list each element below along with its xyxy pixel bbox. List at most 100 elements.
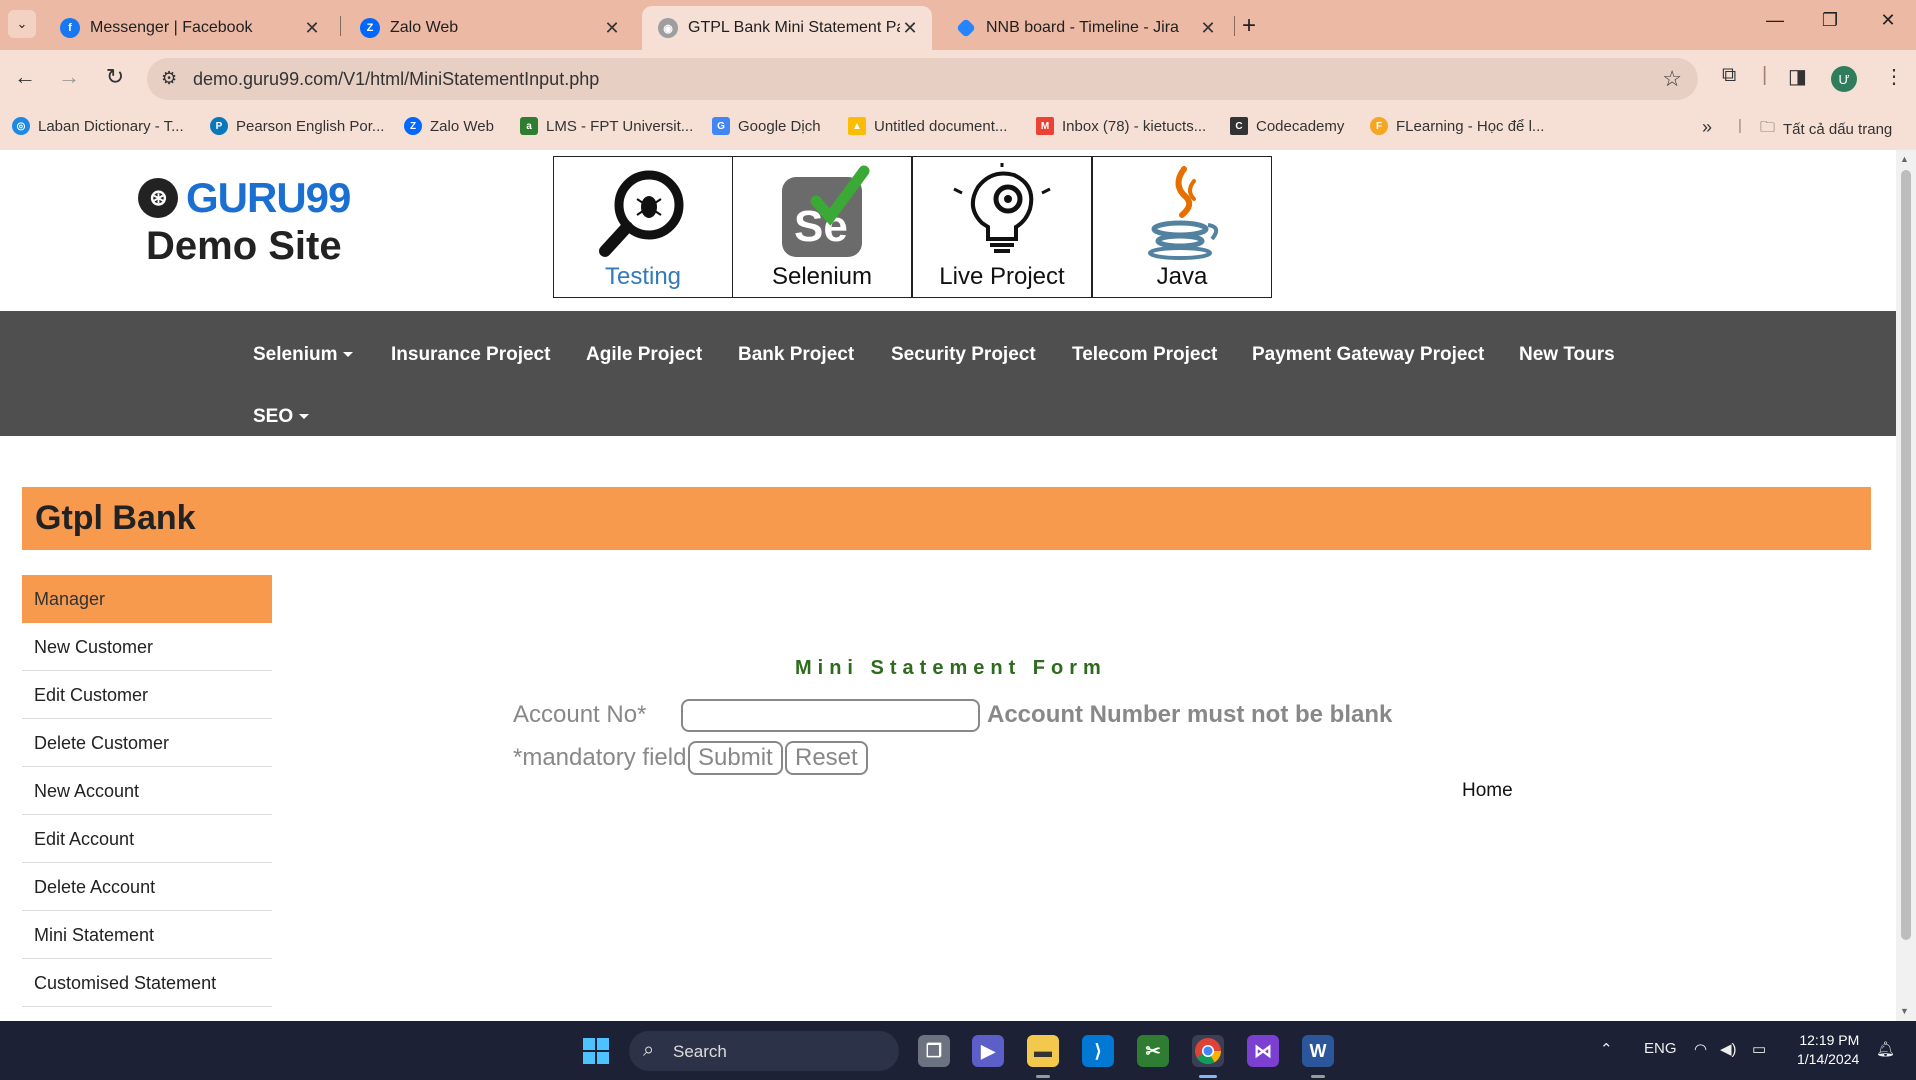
running-indicator (1036, 1075, 1050, 1078)
url-text[interactable]: demo.guru99.com/V1/html/MiniStatementInp… (193, 69, 599, 90)
file-explorer-icon[interactable]: ▬ (1027, 1035, 1059, 1067)
category-live-project[interactable]: Live Project (912, 156, 1092, 298)
language-indicator[interactable]: ENG (1644, 1040, 1677, 1057)
bookmark-item[interactable]: G Google Dịch (712, 117, 821, 135)
running-indicator (1311, 1075, 1325, 1078)
facebook-icon: f (60, 18, 80, 38)
sidebar-item-delete-customer[interactable]: Delete Customer (22, 719, 272, 767)
sidebar-item-edit-customer[interactable]: Edit Customer (22, 671, 272, 719)
sidebar-item-customised-statement[interactable]: Customised Statement (22, 959, 272, 1007)
close-icon[interactable]: ✕ (602, 18, 622, 39)
forward-arrow-icon[interactable]: → (54, 64, 84, 90)
wifi-icon[interactable]: ◠ (1694, 1040, 1707, 1058)
scroll-down-icon[interactable]: ▼ (1900, 1006, 1909, 1016)
taskbar-search[interactable]: ⌕ Search (629, 1031, 899, 1071)
nav-insurance-project[interactable]: Insurance Project (391, 344, 550, 366)
gmail-icon: M (1036, 117, 1054, 135)
bookmark-item[interactable]: ▲ Untitled document... (848, 117, 1007, 135)
vscode-icon[interactable]: ⟩ (1082, 1035, 1114, 1067)
volume-icon[interactable]: ◀) (1720, 1040, 1737, 1058)
nav-label: Selenium (253, 344, 338, 365)
bookmark-item[interactable]: P Pearson English Por... (210, 117, 384, 135)
bookmark-star-icon[interactable]: ☆ (1662, 66, 1682, 92)
windows-start-icon[interactable] (580, 1035, 612, 1067)
visual-studio-icon[interactable]: ⋈ (1247, 1035, 1279, 1067)
reload-icon[interactable]: ↻ (100, 64, 130, 90)
sidebar-item-edit-account[interactable]: Edit Account (22, 815, 272, 863)
word-icon[interactable]: W (1302, 1035, 1334, 1067)
toolbar-divider: | (1762, 64, 1768, 86)
notification-bell-icon[interactable]: 🔔︎ (1876, 1040, 1895, 1058)
chevron-right-icon: » (1702, 117, 1713, 137)
tab-title: Messenger | Facebook (90, 19, 253, 36)
scroll-thumb[interactable] (1901, 170, 1911, 940)
java-logo-icon (1148, 166, 1219, 260)
page-scrollbar[interactable]: ▲ ▼ (1896, 150, 1916, 1021)
mandatory-field-note: *mandatory field (513, 744, 687, 771)
sidebar-item-new-customer[interactable]: New Customer (22, 623, 272, 671)
bank-title: Gtpl Bank (35, 499, 196, 537)
flearning-icon: F (1370, 117, 1388, 135)
tab-gtpl-bank[interactable]: ◉ GTPL Bank Mini Statement Page ✕ (642, 6, 932, 50)
bookmark-item[interactable]: Z Zalo Web (404, 117, 494, 135)
category-testing[interactable]: Testing (553, 156, 733, 298)
profile-avatar[interactable]: Ư (1831, 66, 1857, 92)
category-selenium[interactable]: Se Selenium (732, 156, 912, 298)
more-bookmarks-button[interactable]: » (1702, 117, 1712, 138)
home-link[interactable]: Home (1462, 780, 1513, 802)
bookmark-label: Zalo Web (430, 117, 494, 135)
chrome-icon[interactable] (1192, 1035, 1224, 1067)
snipping-tool-icon[interactable]: ✂ (1137, 1035, 1169, 1067)
nav-bank-project[interactable]: Bank Project (738, 344, 854, 366)
task-view-icon[interactable]: ❐ (918, 1035, 950, 1067)
close-icon[interactable]: ✕ (900, 18, 920, 39)
nav-seo[interactable]: SEO (253, 406, 310, 428)
bookmark-item[interactable]: M Inbox (78) - kietucts... (1036, 117, 1206, 135)
extensions-icon[interactable]: ⧉ (1722, 64, 1736, 87)
bookmark-item[interactable]: a LMS - FPT Universit... (520, 117, 693, 135)
close-icon[interactable]: ✕ (1198, 18, 1218, 39)
new-tab-button[interactable]: + (1242, 12, 1256, 40)
sidebar-item-manager[interactable]: Manager (22, 575, 272, 623)
tray-chevron-icon[interactable]: ⌃ (1600, 1040, 1613, 1058)
back-arrow-icon[interactable]: ← (10, 64, 40, 90)
reset-button[interactable]: Reset (785, 741, 868, 775)
guru99-logo[interactable]: ⊛ GURU99 Demo Site (138, 174, 351, 269)
category-label: Live Project (939, 263, 1065, 290)
minimize-icon[interactable]: — (1760, 10, 1790, 31)
sidebar-item-delete-account[interactable]: Delete Account (22, 863, 272, 911)
tab-search-button[interactable]: ⌄ (8, 10, 36, 38)
account-no-input[interactable] (681, 699, 980, 732)
nav-security-project[interactable]: Security Project (891, 344, 1036, 366)
system-clock[interactable]: 12:19 PM 1/14/2024 (1797, 1031, 1859, 1069)
nav-selenium[interactable]: Selenium (253, 344, 354, 366)
nav-agile-project[interactable]: Agile Project (586, 344, 702, 366)
tab-zalo[interactable]: Z Zalo Web ✕ (344, 6, 634, 50)
side-panel-icon[interactable]: ◨ (1788, 64, 1807, 89)
nav-new-tours[interactable]: New Tours (1519, 344, 1615, 366)
meet-icon[interactable]: ▶ (972, 1035, 1004, 1067)
site-info-icon[interactable]: ⚙ (161, 68, 177, 89)
nav-label: SEO (253, 406, 294, 427)
close-window-icon[interactable]: ✕ (1873, 10, 1903, 31)
close-icon[interactable]: ✕ (302, 18, 322, 39)
sidebar-item-mini-statement[interactable]: Mini Statement (22, 911, 272, 959)
address-bar[interactable]: ⚙ demo.guru99.com/V1/html/MiniStatementI… (147, 58, 1698, 100)
all-bookmarks-button[interactable]: 🗀 Tất cả dấu trang (1760, 117, 1892, 142)
bookmark-item[interactable]: ◎ Laban Dictionary - T... (12, 117, 184, 135)
restore-icon[interactable]: ❐ (1815, 10, 1845, 31)
menu-kebab-icon[interactable]: ⋮ (1884, 64, 1904, 89)
scroll-up-icon[interactable]: ▲ (1900, 154, 1909, 164)
tab-jira[interactable]: NNB board - Timeline - Jira ✕ (940, 6, 1230, 50)
bank-sidebar: Manager New Customer Edit Customer Delet… (22, 575, 272, 1007)
search-icon: ⌕ (643, 1039, 655, 1061)
nav-telecom-project[interactable]: Telecom Project (1072, 344, 1217, 366)
bookmark-item[interactable]: F FLearning - Học để l... (1370, 117, 1544, 135)
battery-icon[interactable]: ▭ (1752, 1040, 1766, 1058)
category-java[interactable]: Java (1092, 156, 1272, 298)
sidebar-item-new-account[interactable]: New Account (22, 767, 272, 815)
nav-payment-gateway-project[interactable]: Payment Gateway Project (1252, 344, 1484, 366)
tab-messenger[interactable]: f Messenger | Facebook ✕ (44, 6, 334, 50)
submit-button[interactable]: Submit (688, 741, 783, 775)
bookmark-item[interactable]: C Codecademy (1230, 117, 1344, 135)
